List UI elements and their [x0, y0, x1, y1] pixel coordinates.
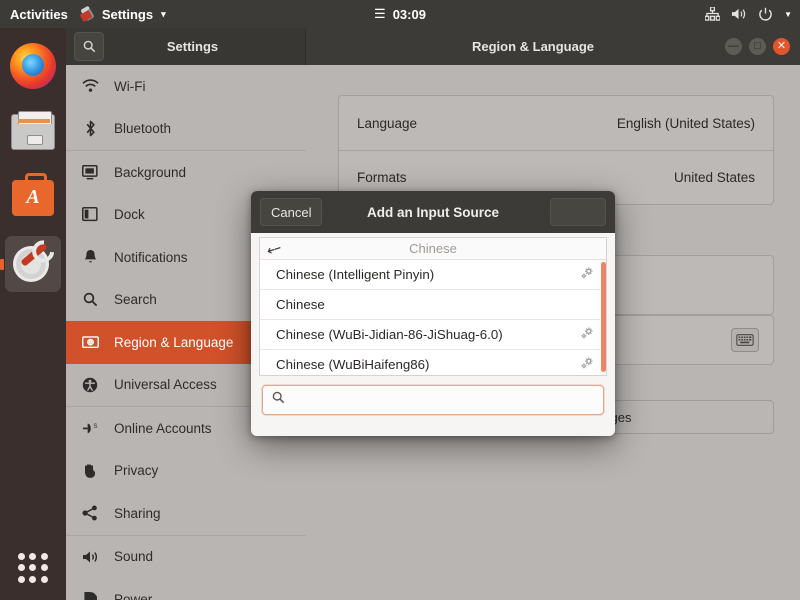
volume-icon[interactable]	[731, 7, 747, 21]
network-icon[interactable]	[705, 7, 720, 21]
files-icon	[11, 114, 55, 150]
sidebar-item-power[interactable]: Power	[66, 578, 306, 600]
gear-icon[interactable]	[580, 326, 594, 343]
sidebar-item-label: Region & Language	[114, 335, 233, 350]
dock: A	[0, 28, 66, 600]
sidebar-item-label: Sharing	[114, 506, 161, 521]
window-header: Settings Region & Language — □ ✕	[66, 28, 800, 65]
show-applications-button[interactable]	[11, 546, 55, 590]
chevron-down-icon[interactable]: ▼	[784, 10, 792, 19]
sidebar-item-wifi[interactable]: Wi-Fi	[66, 65, 306, 108]
app-menu-label: Settings	[102, 7, 153, 22]
gear-icon[interactable]	[580, 266, 594, 283]
dialog-header: Cancel Add an Input Source	[251, 191, 615, 233]
bluetooth-icon	[80, 120, 100, 137]
sidebar-item-sharing[interactable]: Sharing	[66, 492, 306, 535]
dock-item-files[interactable]	[5, 104, 61, 160]
sidebar-item-label: Notifications	[114, 250, 188, 265]
formats-label: Formats	[357, 170, 407, 185]
sidebar-item-background[interactable]: Background	[66, 151, 306, 194]
wifi-icon	[80, 79, 100, 93]
firefox-icon	[10, 43, 56, 89]
background-icon	[80, 165, 100, 180]
sidebar-item-label: Power	[114, 592, 152, 600]
language-label: Language	[357, 116, 417, 131]
minimize-button[interactable]: —	[725, 38, 742, 55]
sidebar-item-bluetooth[interactable]: Bluetooth	[66, 108, 306, 151]
ubuntu-software-icon: A	[12, 180, 54, 216]
list-item-label: Chinese (WuBi-Jidian-86-JiShuag-6.0)	[276, 327, 503, 342]
add-button[interactable]	[550, 198, 606, 226]
desktop-screen: Activities Settings ▾ ☰ 03:09 ▼	[0, 0, 800, 600]
sidebar-item-label: Dock	[114, 207, 145, 222]
search-icon	[80, 292, 100, 307]
sidebar-item-label: Wi-Fi	[114, 79, 145, 94]
list-item-label: Chinese	[276, 297, 325, 312]
sidebar-item-label: Sound	[114, 549, 153, 564]
clock-label: 03:09	[393, 7, 426, 22]
dock-item-settings[interactable]	[5, 236, 61, 292]
privacy-hand-icon	[80, 463, 100, 479]
maximize-button[interactable]: □	[749, 38, 766, 55]
sidebar-item-label: Privacy	[114, 463, 158, 478]
sidebar-item-label: Search	[114, 292, 157, 307]
sidebar-item-label: Universal Access	[114, 377, 217, 392]
accessibility-icon	[80, 377, 100, 393]
list-header: ⤌ Chinese	[260, 238, 606, 260]
list-scrollbar[interactable]	[600, 260, 606, 375]
back-arrow-icon[interactable]: ⤌	[265, 239, 283, 258]
dock-item-firefox[interactable]	[5, 38, 61, 94]
chevron-down-icon: ▾	[161, 9, 166, 20]
settings-app-icon	[80, 6, 96, 22]
power-icon[interactable]	[758, 7, 773, 22]
search-input[interactable]	[292, 393, 592, 408]
power-plug-icon	[80, 591, 100, 600]
cancel-button[interactable]: Cancel	[260, 198, 322, 226]
list-item[interactable]: Chinese (WuBiHaifeng86)	[260, 350, 606, 376]
sidebar-item-label: Bluetooth	[114, 121, 171, 136]
sound-icon	[80, 550, 100, 564]
keyboard-icon[interactable]	[731, 328, 759, 352]
app-menu-button[interactable]: Settings ▾	[80, 6, 166, 22]
main-header: Region & Language — □ ✕	[306, 28, 800, 65]
dialog-search-field[interactable]	[262, 385, 604, 415]
gear-icon[interactable]	[580, 356, 594, 373]
list-item[interactable]: Chinese (Intelligent Pinyin)	[260, 260, 606, 290]
sidebar-item-label: Background	[114, 165, 186, 180]
sidebar-header: Settings	[66, 28, 306, 65]
svg-text:S: S	[93, 423, 97, 430]
close-button[interactable]: ✕	[773, 38, 790, 55]
sidebar-item-privacy[interactable]: Privacy	[66, 450, 306, 493]
clock-menu[interactable]: ☰ 03:09	[320, 6, 480, 22]
formats-value: United States	[674, 170, 755, 185]
bell-icon	[80, 249, 100, 265]
language-row[interactable]: Language English (United States)	[339, 96, 773, 150]
add-input-source-dialog: Cancel Add an Input Source ⤌ Chinese Chi…	[251, 191, 615, 436]
online-accounts-icon: S	[80, 421, 100, 436]
settings-icon	[10, 241, 56, 287]
dock-item-ubuntu-software[interactable]: A	[5, 170, 61, 226]
language-value: English (United States)	[617, 116, 755, 131]
list-item[interactable]: Chinese (WuBi-Jidian-86-JiShuag-6.0)	[260, 320, 606, 350]
language-card: Language English (United States) Formats…	[338, 95, 774, 205]
region-language-icon	[80, 335, 100, 349]
hamburger-icon: ☰	[374, 6, 386, 22]
search-icon[interactable]	[74, 32, 104, 61]
list-header-label: Chinese	[409, 241, 457, 256]
scrollbar-thumb[interactable]	[601, 262, 606, 372]
activities-button[interactable]: Activities	[0, 7, 80, 22]
window-controls: — □ ✕	[725, 38, 790, 55]
list-item-label: Chinese (WuBiHaifeng86)	[276, 357, 430, 372]
system-status-area[interactable]: ▼	[705, 0, 792, 28]
list-item[interactable]: Chinese	[260, 290, 606, 320]
sidebar-item-sound[interactable]: Sound	[66, 536, 306, 579]
search-icon	[272, 391, 285, 409]
list-item-label: Chinese (Intelligent Pinyin)	[276, 267, 434, 282]
input-source-list: ⤌ Chinese Chinese (Intelligent Pinyin) C…	[259, 237, 607, 376]
sidebar-item-label: Online Accounts	[114, 421, 212, 436]
dock-icon	[80, 207, 100, 222]
share-icon	[80, 505, 100, 521]
top-bar: Activities Settings ▾ ☰ 03:09 ▼	[0, 0, 800, 28]
